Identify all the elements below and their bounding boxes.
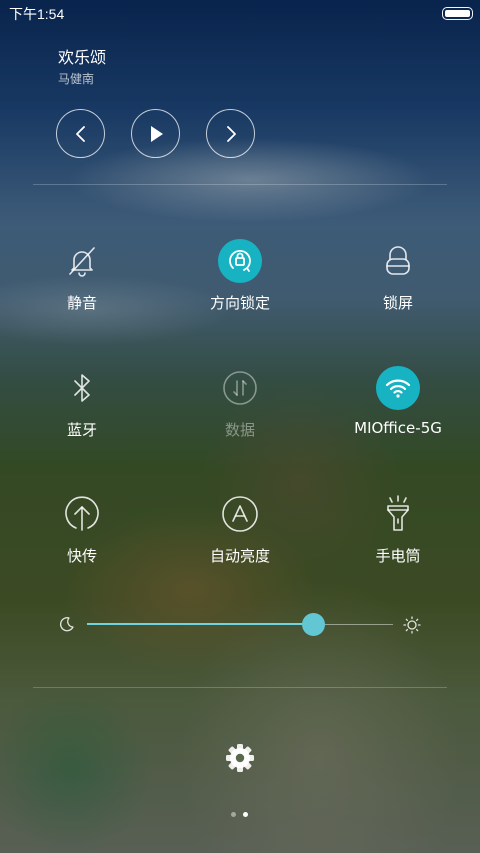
toggle-icon-wrap (218, 239, 262, 283)
notification-shade: 下午1:54 欢乐颂 马健南 静音 方向锁定 锁屏 蓝牙 数据 MIOffice… (0, 0, 480, 853)
bluetooth-icon (74, 374, 90, 402)
status-time: 下午1:54 (9, 6, 65, 22)
toggle-label: 蓝牙 (66, 421, 97, 439)
toggle-label: 方向锁定 (209, 294, 270, 312)
toggle-icon-wrap (376, 492, 420, 536)
divider-top (33, 184, 447, 185)
share-icon (65, 496, 99, 531)
song-title: 欢乐颂 (58, 48, 107, 67)
toggle-label: 静音 (66, 294, 97, 312)
toggle-auto-brightness[interactable]: 自动亮度 (160, 492, 320, 582)
play-button[interactable] (131, 109, 180, 158)
previous-icon (75, 125, 85, 142)
brightness-thumb[interactable] (301, 613, 325, 636)
flashlight-icon (387, 495, 409, 531)
toggle-label: 手电筒 (375, 547, 421, 565)
status-bar: 下午1:54 (0, 0, 480, 26)
battery-icon (442, 7, 473, 20)
toggle-mute[interactable]: 静音 (2, 239, 162, 329)
battery-level (445, 10, 470, 17)
toggle-flashlight[interactable]: 手电筒 (318, 492, 478, 582)
toggle-quick-share[interactable]: 快传 (2, 492, 162, 582)
next-button[interactable] (206, 109, 255, 158)
gear-icon[interactable] (224, 742, 256, 774)
toggle-icon-wrap (376, 366, 420, 410)
auto-brightness-icon (222, 496, 258, 532)
toggle-label: 数据 (224, 421, 255, 439)
page-dot-2[interactable] (243, 812, 248, 817)
toggle-icon-wrap (60, 366, 104, 410)
toggle-icon-wrap (218, 366, 262, 410)
bell-off-icon (69, 247, 95, 277)
toggle-icon-wrap (60, 239, 104, 283)
song-artist: 马健南 (58, 72, 95, 86)
next-icon (226, 125, 236, 142)
toggle-mobile-data[interactable]: 数据 (160, 366, 320, 456)
toggle-wifi[interactable]: MIOffice-5G (318, 366, 478, 456)
toggle-icon-wrap (376, 239, 420, 283)
sun-icon (403, 616, 421, 634)
rotation-lock-icon (229, 249, 251, 272)
lock-icon (386, 246, 410, 275)
wifi-icon (385, 379, 411, 398)
toggle-rotation-lock[interactable]: 方向锁定 (160, 239, 320, 329)
page-dot-1[interactable] (231, 812, 236, 817)
toggle-bluetooth[interactable]: 蓝牙 (2, 366, 162, 456)
toggle-icon-wrap (60, 492, 104, 536)
moon-icon (60, 617, 74, 632)
divider-bottom (33, 687, 447, 688)
toggle-label: 自动亮度 (209, 547, 270, 565)
previous-button[interactable] (56, 109, 105, 158)
play-icon (150, 125, 163, 142)
brightness-fill (87, 623, 314, 625)
toggle-label: MIOffice-5G (354, 419, 442, 437)
toggle-lock-screen[interactable]: 锁屏 (318, 239, 478, 329)
mobile-data-icon (223, 371, 257, 405)
toggle-label: 快传 (66, 547, 97, 565)
toggle-label: 锁屏 (382, 294, 413, 312)
toggle-icon-wrap (218, 492, 262, 536)
